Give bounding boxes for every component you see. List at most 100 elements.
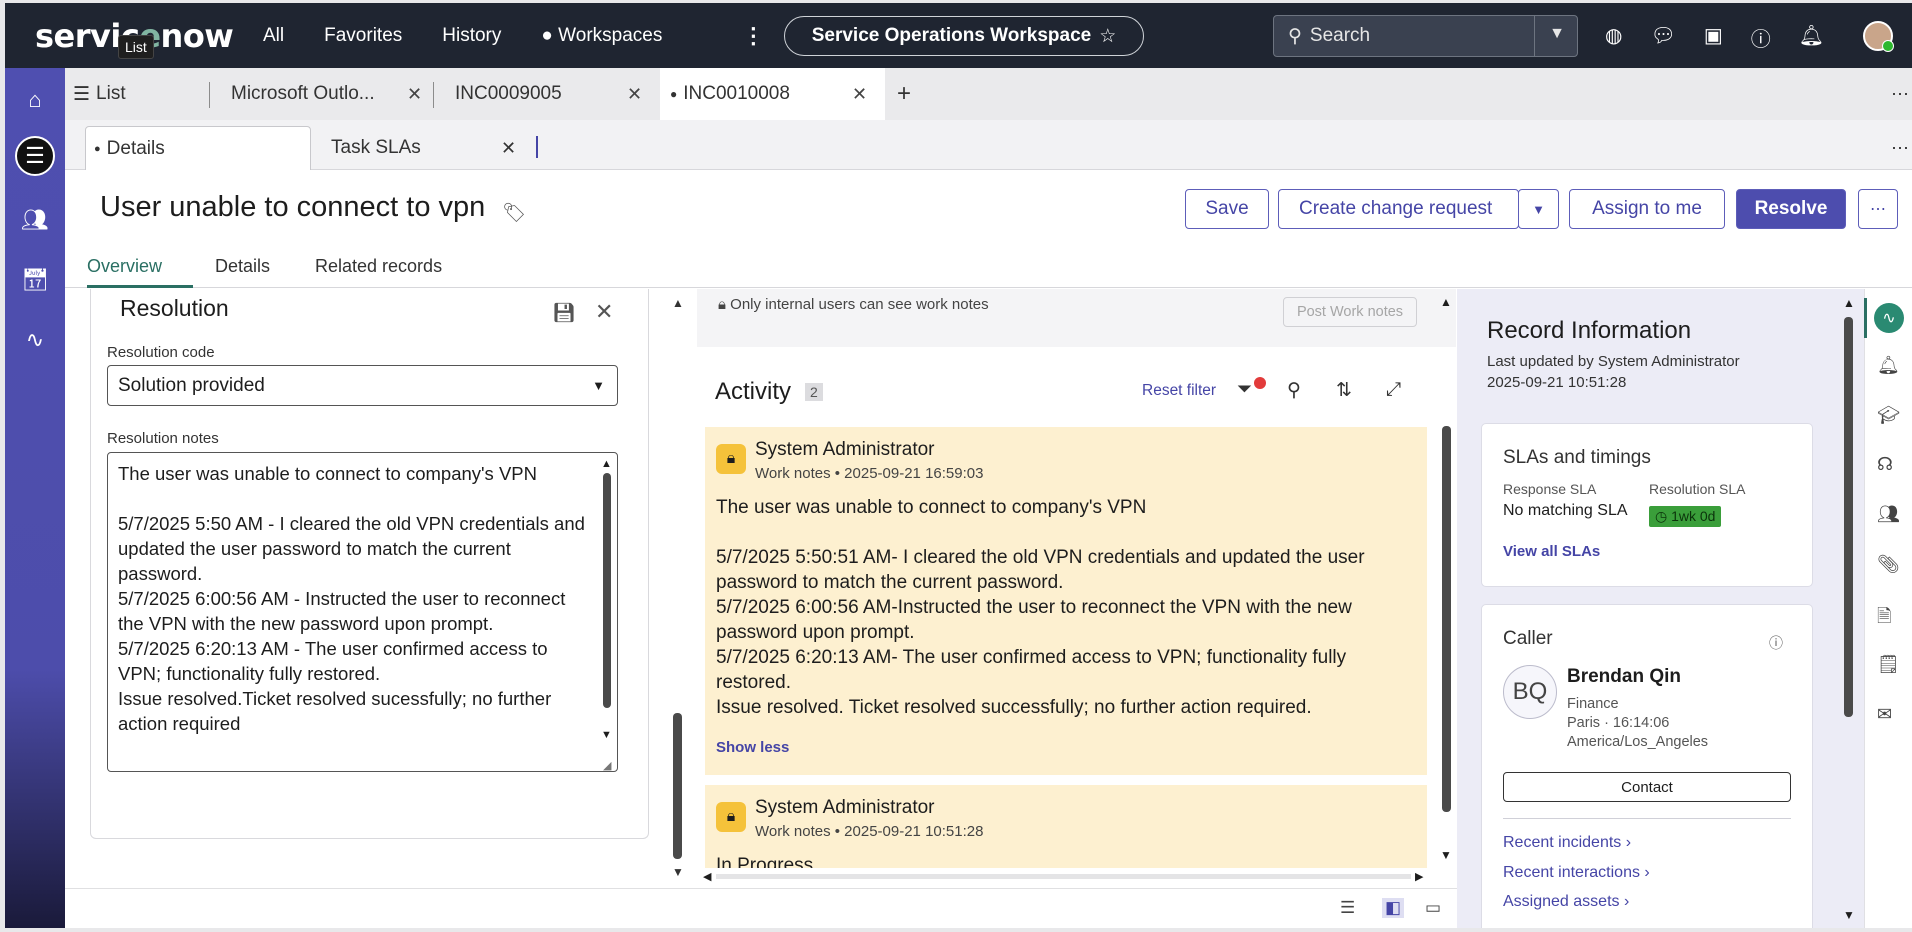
more-actions-button[interactable]: ⋯ <box>1858 189 1898 229</box>
resolve-button[interactable]: Resolve <box>1736 189 1846 229</box>
entry-author[interactable]: System Administrator <box>755 439 935 461</box>
resolution-notes-label: Resolution notes <box>107 430 219 447</box>
activity-pulse-icon[interactable]: ∿ <box>1874 303 1904 333</box>
split-layout-icon[interactable]: ◧ <box>1382 898 1405 918</box>
view-tabs: Overview Details Related records <box>65 248 1912 288</box>
more-menu-icon[interactable]: ⋮ <box>742 23 764 49</box>
nav-workspaces[interactable]: ● Workspaces <box>541 25 702 47</box>
scroll-up-icon[interactable]: ▲ <box>672 296 684 310</box>
scroll-down-icon[interactable]: ▼ <box>1440 848 1452 862</box>
sort-icon[interactable]: ⇅ <box>1336 379 1352 402</box>
mail-icon[interactable]: ✉︎ <box>1877 704 1892 725</box>
workspace-title-pill[interactable]: Service Operations Workspace ☆ <box>784 16 1144 56</box>
recent-incidents-link[interactable]: Recent incidents › <box>1503 834 1631 852</box>
save-icon[interactable]: 💾︎ <box>552 301 576 325</box>
more-tabs-icon[interactable]: ⋯ <box>1891 68 1909 120</box>
paperclip-icon[interactable]: 📎︎ <box>1877 554 1900 575</box>
sidebar-icon[interactable]: ▣ <box>1704 23 1723 52</box>
show-less-link[interactable]: Show less <box>716 739 789 756</box>
caller-name[interactable]: Brendan Qin <box>1567 666 1681 688</box>
user-avatar[interactable] <box>1863 21 1894 52</box>
work-notes-notice: 🔒︎ Only internal users can see work note… <box>718 296 989 313</box>
chevron-down-icon: ▼ <box>592 378 605 393</box>
left-panel-scrollbar[interactable] <box>673 713 682 859</box>
nav-history[interactable]: History <box>442 25 501 47</box>
close-icon[interactable]: ✕ <box>852 84 867 105</box>
list-icon: ☰ <box>73 83 91 105</box>
single-layout-icon[interactable]: ▭ <box>1425 898 1441 918</box>
more-subtabs-icon[interactable]: ⋯ <box>1891 126 1909 170</box>
nav-favorites[interactable]: Favorites <box>324 25 402 47</box>
contact-button[interactable]: Contact <box>1503 772 1791 802</box>
filter-icon[interactable]: ⏷ <box>1237 379 1252 401</box>
subtab-task-slas[interactable]: Task SLAs ✕ <box>331 126 521 170</box>
add-tab-icon[interactable]: + <box>897 68 911 120</box>
list-icon[interactable]: ☰ <box>15 136 55 176</box>
scroll-up-icon[interactable]: ▲ <box>601 458 612 470</box>
close-icon[interactable]: ✕ <box>595 299 613 325</box>
textarea-scrollbar[interactable] <box>603 473 611 708</box>
tab-overview[interactable]: Overview <box>87 256 162 277</box>
reset-filter-link[interactable]: Reset filter <box>1142 382 1216 400</box>
scroll-down-icon[interactable]: ▼ <box>1843 908 1855 922</box>
resolution-sla-badge: ◷ 1wk 0d <box>1649 506 1722 527</box>
chat-icon[interactable]: 💬︎ <box>1650 23 1675 52</box>
calendar-icon[interactable]: 📅︎ <box>15 260 55 300</box>
create-change-request-button[interactable]: Create change request <box>1278 189 1519 229</box>
tab-inc0009005[interactable]: INC0009005 ✕ <box>455 68 642 120</box>
help-icon[interactable]: ⓘ <box>1751 23 1771 52</box>
global-search[interactable]: ⚲ Search ▼ <box>1273 15 1578 57</box>
scroll-up-icon[interactable]: ▲ <box>1440 295 1452 309</box>
people-icon[interactable]: 👥︎ <box>1877 504 1900 525</box>
activity-scrollbar[interactable] <box>1442 426 1451 812</box>
resize-handle-icon[interactable]: ◢ <box>603 759 611 772</box>
entry-author[interactable]: System Administrator <box>755 797 935 819</box>
close-icon[interactable]: ✕ <box>407 84 422 105</box>
recent-interactions-link[interactable]: Recent interactions › <box>1503 864 1650 882</box>
tab-related-records[interactable]: Related records <box>315 256 442 277</box>
create-change-dropdown[interactable]: ▼ <box>1518 189 1559 229</box>
tab-outlook[interactable]: Microsoft Outlo... ✕ <box>231 68 431 120</box>
close-icon[interactable]: ✕ <box>501 138 516 159</box>
document-icon[interactable]: 🗎 <box>1877 604 1891 634</box>
notes-icon[interactable]: 🗒︎ <box>1877 654 1900 675</box>
scroll-down-icon[interactable]: ▼ <box>601 729 612 741</box>
pulse-icon[interactable]: ∿ <box>15 320 55 360</box>
assign-to-me-button[interactable]: Assign to me <box>1569 189 1725 229</box>
subtab-details[interactable]: ● Details <box>85 126 311 170</box>
globe-icon[interactable]: ◍ <box>1605 23 1622 52</box>
chevron-down-icon[interactable]: ▼ <box>1549 25 1565 43</box>
search-input[interactable]: Search <box>1310 25 1370 47</box>
assigned-assets-link[interactable]: Assigned assets › <box>1503 893 1629 911</box>
close-icon[interactable]: ✕ <box>627 84 642 105</box>
view-all-slas-link[interactable]: View all SLAs <box>1503 543 1600 560</box>
scroll-down-icon[interactable]: ▼ <box>672 865 684 879</box>
horizontal-scrollbar[interactable] <box>716 874 1411 879</box>
graduation-cap-icon[interactable]: 🎓︎ <box>1877 405 1900 426</box>
star-icon[interactable]: ☆ <box>1099 25 1116 48</box>
scroll-right-icon[interactable]: ▶ <box>1415 870 1423 883</box>
search-icon[interactable]: ⚲ <box>1287 379 1301 402</box>
tab-inc0010008[interactable]: ● INC0010008 ✕ <box>660 68 885 120</box>
scroll-left-icon[interactable]: ◀ <box>703 870 711 883</box>
post-work-notes-button[interactable]: Post Work notes <box>1283 297 1417 327</box>
resolution-notes-field[interactable]: The user was unable to connect to compan… <box>107 452 618 772</box>
home-icon[interactable]: ⌂ <box>15 80 55 120</box>
bell-icon[interactable]: 🔔︎ <box>1877 355 1900 376</box>
info-icon[interactable]: ⓘ <box>1769 633 1783 653</box>
resolution-code-select[interactable]: Solution provided ▼ <box>107 365 618 406</box>
groups-icon[interactable]: 👥︎ <box>15 200 55 240</box>
headset-icon[interactable]: ☊ <box>1877 454 1893 475</box>
tab-list[interactable]: ☰ List <box>73 68 173 120</box>
tab-details[interactable]: Details <box>215 256 270 277</box>
tag-icon[interactable]: 🏷︎ <box>502 201 526 225</box>
save-button[interactable]: Save <box>1185 189 1269 229</box>
search-icon: ⚲ <box>1288 25 1302 47</box>
nav-all[interactable]: All <box>263 25 284 47</box>
tab-divider <box>433 82 434 108</box>
right-panel-scrollbar[interactable] <box>1844 317 1853 717</box>
expand-icon[interactable]: ⤢ <box>1386 379 1401 401</box>
list-layout-icon[interactable]: ☰ <box>1340 898 1355 918</box>
scroll-up-icon[interactable]: ▲ <box>1843 296 1855 310</box>
bell-icon[interactable]: 🔔︎ <box>1799 23 1824 52</box>
